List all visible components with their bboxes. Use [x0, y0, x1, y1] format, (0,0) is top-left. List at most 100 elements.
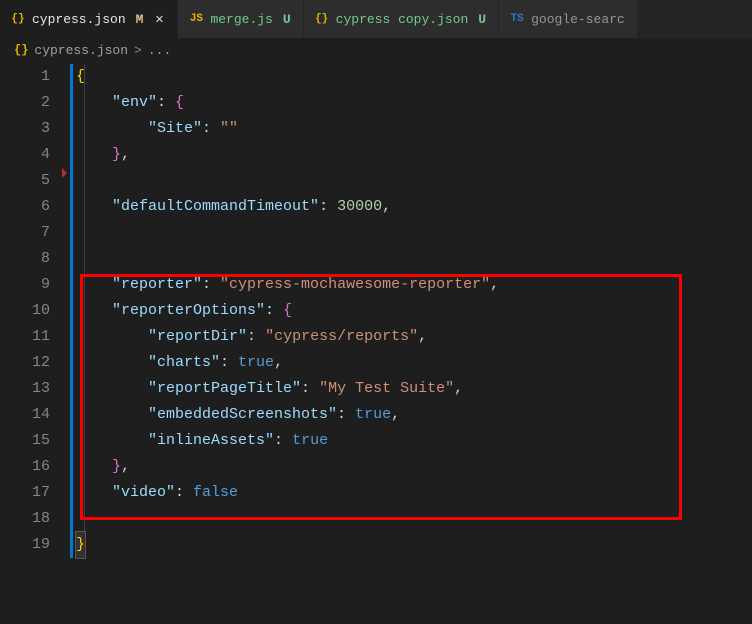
code-line[interactable]: "reporter": "cypress-mochawesome-reporte…: [70, 272, 752, 298]
code-line[interactable]: [70, 506, 752, 532]
token-str: "cypress/reports": [265, 328, 418, 345]
token-num: 30000: [337, 198, 382, 215]
tab-status: U: [474, 12, 486, 27]
token-bool: true: [238, 354, 274, 371]
line-number: 10: [0, 298, 70, 324]
token-text: :: [274, 432, 292, 449]
token-bool: false: [193, 484, 238, 501]
token-text: :: [202, 120, 220, 137]
token-brace-p: {: [283, 302, 292, 319]
code-line[interactable]: "embeddedScreenshots": true,: [70, 402, 752, 428]
line-number: 12: [0, 350, 70, 376]
code-line[interactable]: [70, 220, 752, 246]
code-line[interactable]: [70, 168, 752, 194]
line-number: 9: [0, 272, 70, 298]
token-key: "Site": [148, 120, 202, 137]
code-line[interactable]: "reporterOptions": {: [70, 298, 752, 324]
line-number: 16: [0, 454, 70, 480]
token-text: :: [202, 276, 220, 293]
code-line[interactable]: "charts": true,: [70, 350, 752, 376]
tab-2[interactable]: {} cypress copy.json U: [304, 0, 499, 38]
line-number: 6: [0, 194, 70, 220]
token-text: ,: [121, 146, 130, 163]
token-bool: true: [292, 432, 328, 449]
token-text: [76, 484, 112, 501]
braces-icon: {}: [10, 11, 26, 27]
token-brace-p: }: [112, 146, 121, 163]
tab-label: cypress copy.json: [336, 12, 469, 27]
token-key: "embeddedScreenshots": [148, 406, 337, 423]
line-number: 13: [0, 376, 70, 402]
code-line[interactable]: "reportDir": "cypress/reports",: [70, 324, 752, 350]
code-line[interactable]: "video": false: [70, 480, 752, 506]
breadcrumb-path: ...: [148, 43, 171, 58]
line-number: 7: [0, 220, 70, 246]
braces-icon: {}: [14, 43, 28, 57]
token-text: :: [175, 484, 193, 501]
token-text: :: [319, 198, 337, 215]
token-text: [76, 406, 148, 423]
code-line[interactable]: "defaultCommandTimeout": 30000,: [70, 194, 752, 220]
token-key: "charts": [148, 354, 220, 371]
token-key: "reportDir": [148, 328, 247, 345]
code-line[interactable]: [70, 246, 752, 272]
token-text: [76, 432, 148, 449]
line-number: 1: [0, 64, 70, 90]
token-text: :: [157, 94, 175, 111]
token-str: "My Test Suite": [319, 380, 454, 397]
code-line[interactable]: "env": {: [70, 90, 752, 116]
line-number: 14: [0, 402, 70, 428]
tab-status: M: [132, 12, 144, 27]
tab-label: cypress.json: [32, 12, 126, 27]
token-last: }: [76, 532, 85, 558]
chevron-right-icon: >: [134, 43, 142, 58]
token-text: [76, 146, 112, 163]
code-line[interactable]: {: [70, 64, 752, 90]
code-line[interactable]: },: [70, 142, 752, 168]
token-text: ,: [418, 328, 427, 345]
code-area[interactable]: { "env": { "Site": "" }, "defaultCommand…: [70, 62, 752, 624]
line-number: 4: [0, 142, 70, 168]
breadcrumb[interactable]: {} cypress.json > ...: [0, 38, 752, 62]
token-text: [76, 198, 112, 215]
js-file-icon: JS: [188, 11, 204, 27]
close-icon[interactable]: ✕: [149, 11, 165, 28]
token-text: ,: [454, 380, 463, 397]
token-key: "env": [112, 94, 157, 111]
token-text: :: [247, 328, 265, 345]
token-text: [76, 354, 148, 371]
token-str: "cypress-mochawesome-reporter": [220, 276, 490, 293]
token-text: :: [220, 354, 238, 371]
ts-file-icon: TS: [509, 11, 525, 27]
line-number: 8: [0, 246, 70, 272]
code-line[interactable]: }: [70, 532, 752, 558]
code-line[interactable]: },: [70, 454, 752, 480]
line-number: 18: [0, 506, 70, 532]
tab-1[interactable]: JSmerge.jsU: [178, 0, 303, 38]
code-line[interactable]: "inlineAssets": true: [70, 428, 752, 454]
tab-0[interactable]: {} cypress.json M ✕: [0, 0, 178, 38]
breadcrumb-file: cypress.json: [34, 43, 128, 58]
token-text: [76, 276, 112, 293]
error-marker-icon: [62, 168, 67, 178]
line-number: 11: [0, 324, 70, 350]
token-text: [76, 328, 148, 345]
token-text: [76, 302, 112, 319]
line-number: 17: [0, 480, 70, 506]
line-number: 3: [0, 116, 70, 142]
token-text: [76, 120, 148, 137]
line-gutter: 12345678910111213141516171819: [0, 62, 70, 624]
tab-3[interactable]: TSgoogle-searc: [499, 0, 638, 38]
braces-icon: {}: [314, 11, 330, 27]
code-line[interactable]: "Site": "": [70, 116, 752, 142]
tab-status: U: [279, 12, 291, 27]
token-text: ,: [391, 406, 400, 423]
token-text: :: [337, 406, 355, 423]
code-line[interactable]: "reportPageTitle": "My Test Suite",: [70, 376, 752, 402]
token-brace-p: }: [112, 458, 121, 475]
editor[interactable]: 12345678910111213141516171819 { "env": {…: [0, 62, 752, 624]
token-text: ,: [274, 354, 283, 371]
token-text: :: [265, 302, 283, 319]
token-text: ,: [490, 276, 499, 293]
token-text: :: [301, 380, 319, 397]
